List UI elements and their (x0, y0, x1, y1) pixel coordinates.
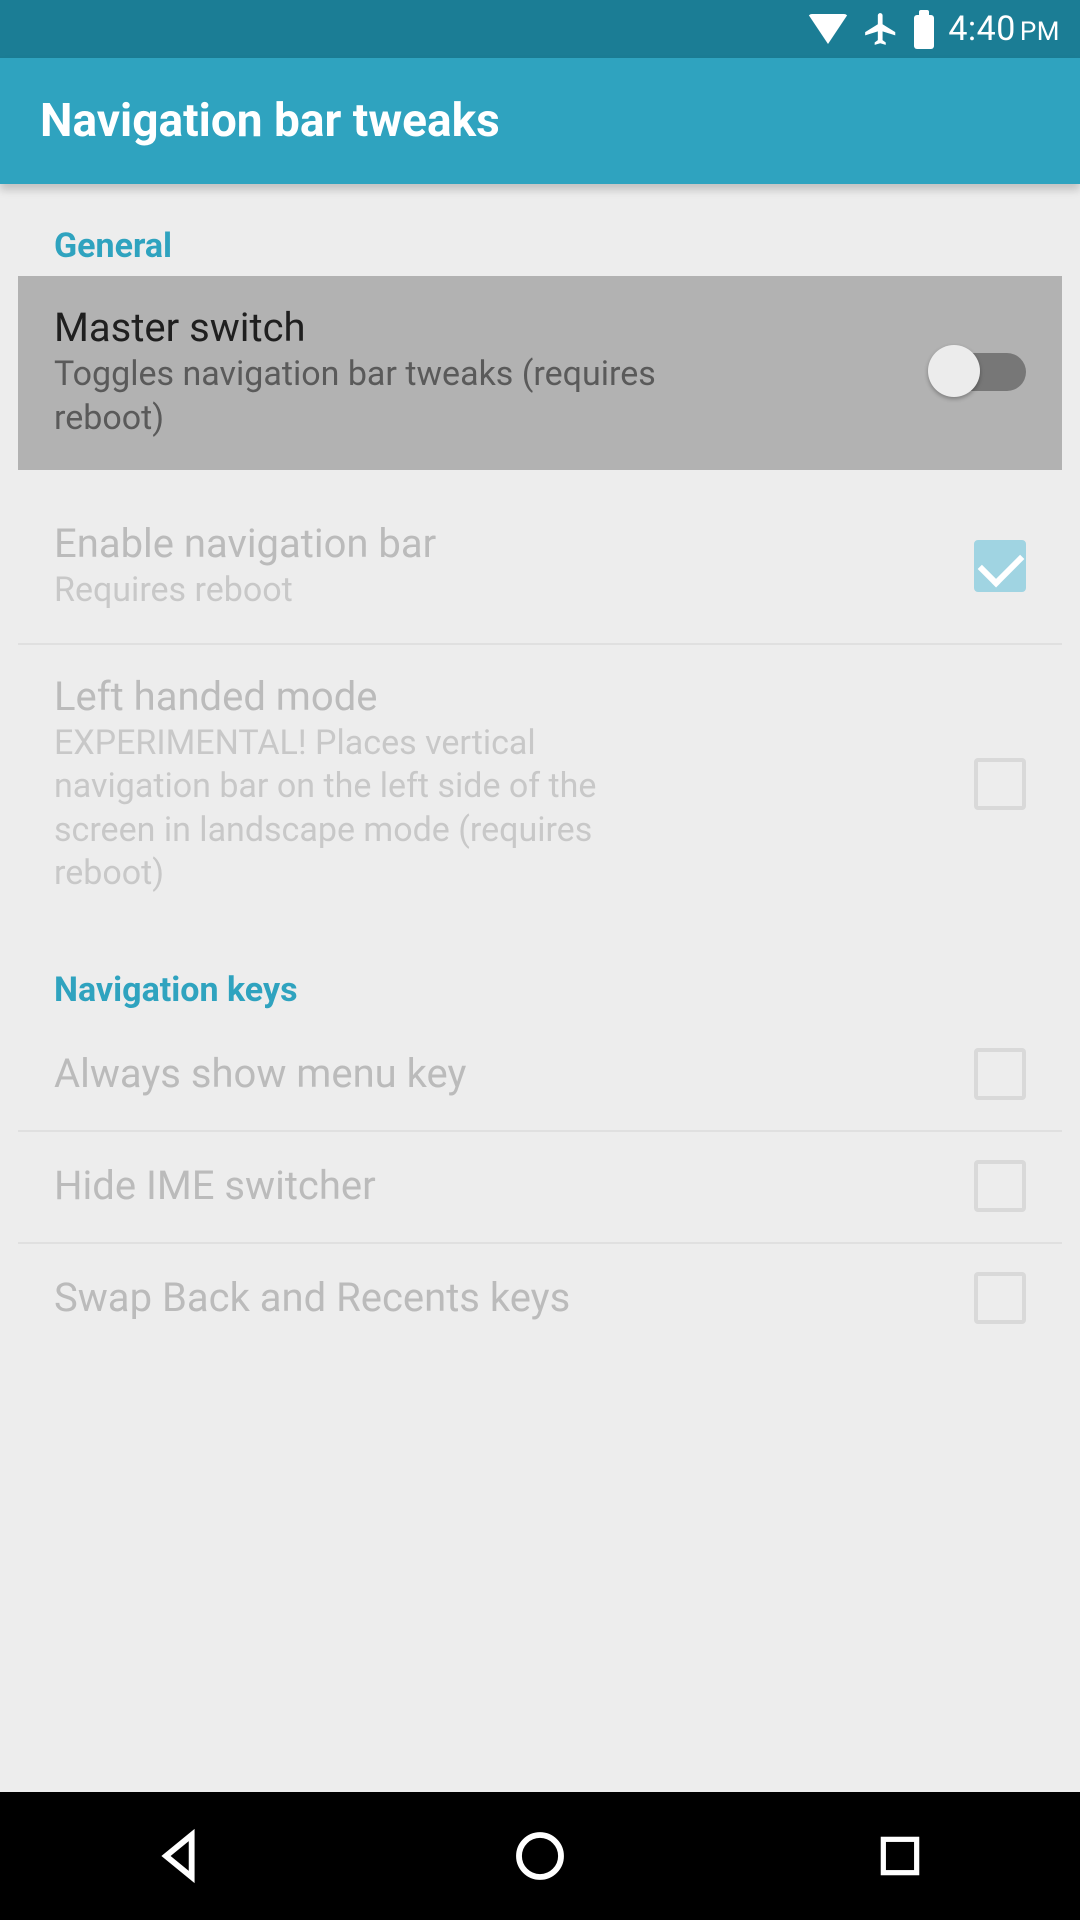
show-menu-title: Always show menu key (54, 1050, 944, 1097)
left-handed-subtitle: EXPERIMENTAL! Places vertical navigation… (54, 722, 694, 896)
master-switch-subtitle: Toggles navigation bar tweaks (requires … (54, 353, 694, 440)
toggle-knob (928, 345, 980, 397)
clock-ampm: PM (1020, 17, 1060, 47)
enable-nav-text: Enable navigation bar Requires reboot (54, 520, 974, 613)
status-time: 4:40PM (948, 9, 1060, 49)
hide-ime-title: Hide IME switcher (54, 1162, 944, 1209)
hide-ime-checkbox[interactable] (974, 1160, 1026, 1212)
enable-nav-title: Enable navigation bar (54, 520, 944, 567)
enable-nav-subtitle: Requires reboot (54, 569, 694, 613)
enable-nav-row[interactable]: Enable navigation bar Requires reboot (18, 492, 1062, 643)
settings-list: General Master switch Toggles navigation… (0, 184, 1080, 1354)
enable-nav-checkbox[interactable] (974, 540, 1026, 592)
show-menu-text: Always show menu key (54, 1050, 974, 1097)
section-header-general: General (18, 202, 1062, 276)
left-handed-checkbox[interactable] (974, 758, 1026, 810)
show-menu-row[interactable]: Always show menu key (18, 1020, 1062, 1130)
swap-back-title: Swap Back and Recents keys (54, 1274, 944, 1321)
airplane-mode-icon (862, 10, 900, 48)
master-switch-toggle[interactable] (934, 353, 1026, 391)
status-bar: 4:40PM (0, 0, 1080, 58)
left-handed-row[interactable]: Left handed mode EXPERIMENTAL! Places ve… (18, 645, 1062, 926)
master-switch-row[interactable]: Master switch Toggles navigation bar twe… (18, 276, 1062, 470)
master-switch-text: Master switch Toggles navigation bar twe… (54, 304, 934, 440)
app-bar: Navigation bar tweaks (0, 58, 1080, 184)
section-header-navkeys: Navigation keys (18, 946, 1062, 1020)
page-title: Navigation bar tweaks (40, 94, 500, 148)
wifi-icon (808, 14, 848, 44)
show-menu-checkbox[interactable] (974, 1048, 1026, 1100)
back-button[interactable] (140, 1816, 220, 1896)
master-switch-title: Master switch (54, 304, 904, 351)
home-button[interactable] (500, 1816, 580, 1896)
clock-time: 4:40 (948, 9, 1016, 49)
hide-ime-text: Hide IME switcher (54, 1162, 974, 1209)
left-handed-title: Left handed mode (54, 673, 944, 720)
battery-icon (914, 15, 934, 49)
system-navigation-bar (0, 1792, 1080, 1920)
swap-back-text: Swap Back and Recents keys (54, 1274, 974, 1321)
recents-button[interactable] (860, 1816, 940, 1896)
hide-ime-row[interactable]: Hide IME switcher (18, 1132, 1062, 1242)
swap-back-row[interactable]: Swap Back and Recents keys (18, 1244, 1062, 1354)
swap-back-checkbox[interactable] (974, 1272, 1026, 1324)
left-handed-text: Left handed mode EXPERIMENTAL! Places ve… (54, 673, 974, 896)
